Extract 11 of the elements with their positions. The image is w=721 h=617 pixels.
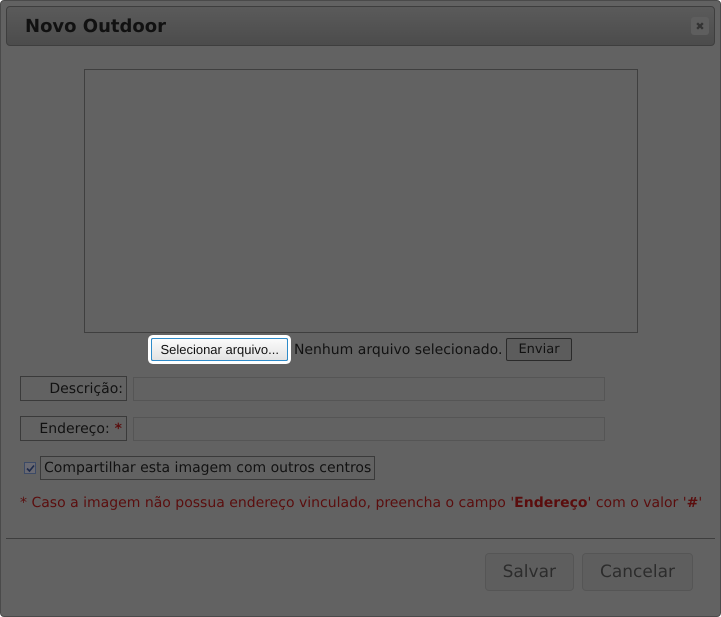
dialog-title: Novo Outdoor: [25, 16, 166, 36]
select-file-button[interactable]: Selecionar arquivo...: [151, 338, 288, 361]
checkbox[interactable]: [24, 462, 36, 474]
close-button[interactable]: ✖: [691, 17, 709, 35]
note-text: * Caso a imagem não possua endereço vinculado, preencha o campo 'Endereço' com o valor '#': [20, 495, 704, 511]
label-text: Descrição:: [49, 380, 123, 396]
label-text: Endereço:: [39, 420, 110, 436]
required-mark: *: [114, 420, 122, 436]
file-status: Nenhum arquivo selecionado.: [294, 342, 502, 358]
send-button[interactable]: Enviar: [506, 338, 572, 361]
checkbox-label[interactable]: Compartilhar esta imagem com outros centros: [40, 456, 376, 480]
